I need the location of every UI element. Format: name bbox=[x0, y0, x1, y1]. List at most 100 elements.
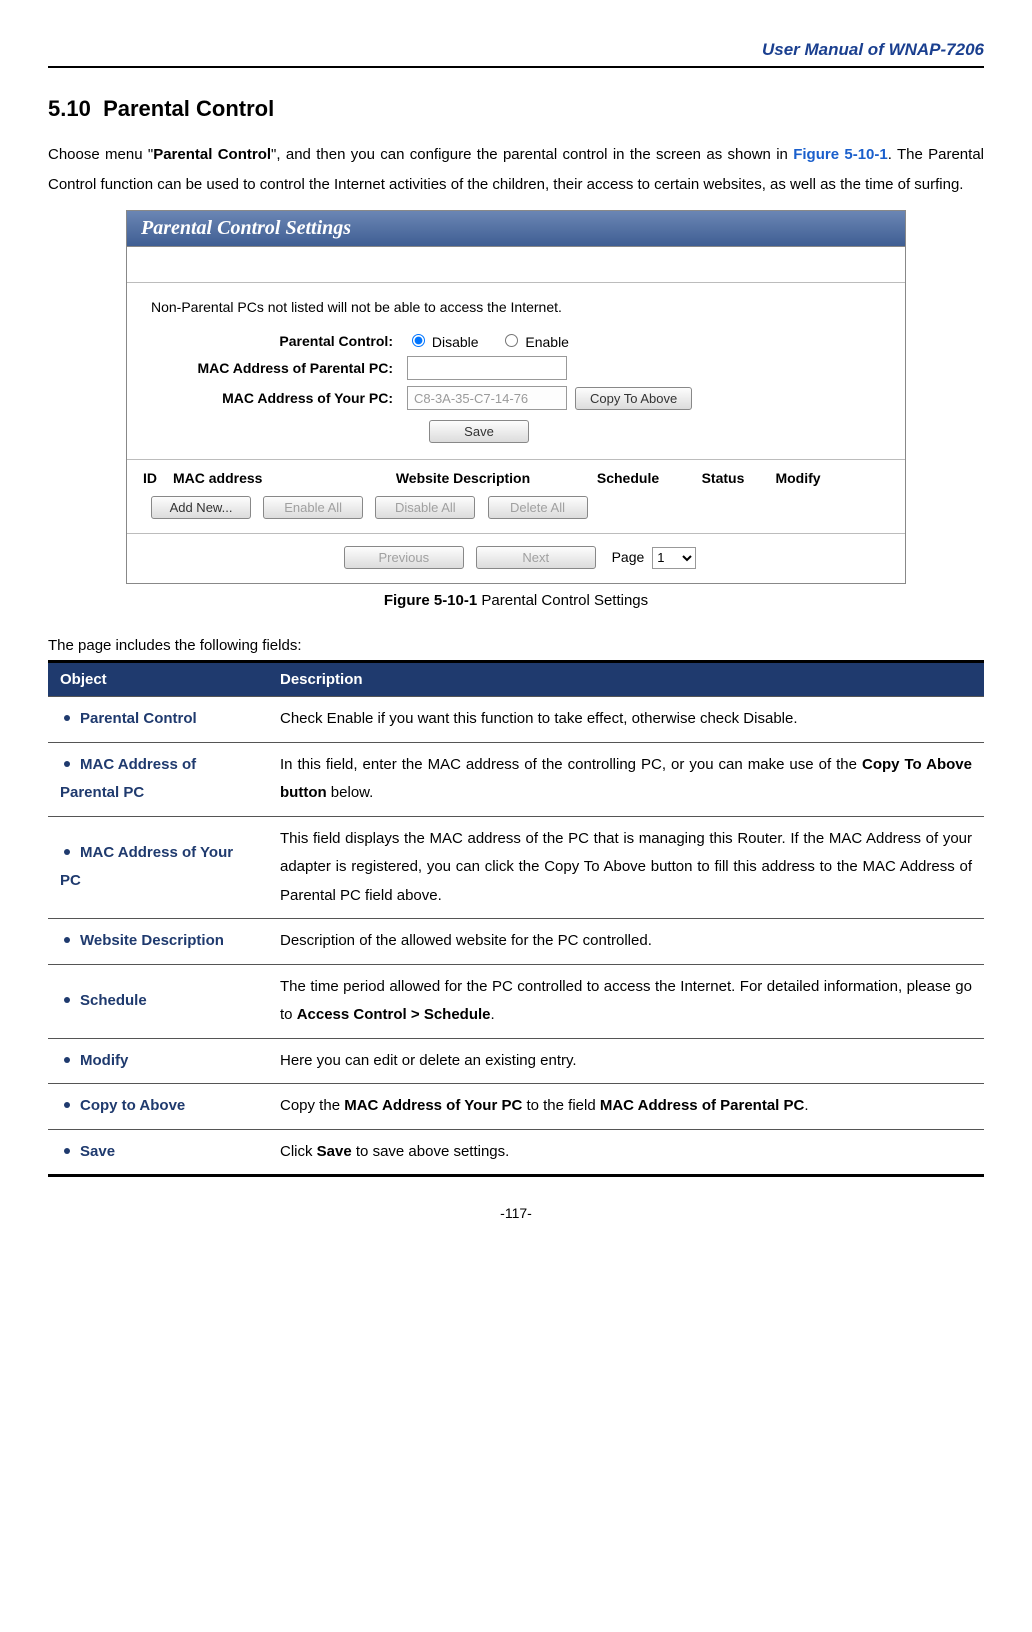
radio-enable-input[interactable] bbox=[505, 334, 518, 347]
description-table: Object Description Parental Control Check… bbox=[48, 660, 984, 1177]
header-rule bbox=[48, 66, 984, 68]
desc-text: . bbox=[804, 1097, 808, 1114]
col-website: Website Description bbox=[353, 470, 573, 486]
input-mac-parental[interactable] bbox=[407, 356, 567, 380]
description-cell: Check Enable if you want this function t… bbox=[268, 697, 984, 743]
description-cell: Here you can edit or delete an existing … bbox=[268, 1038, 984, 1084]
radio-disable[interactable]: Disable bbox=[407, 334, 479, 350]
figure-caption: Figure 5-10-1 Parental Control Settings bbox=[48, 592, 984, 609]
object-cell: MAC Address of Parental PC bbox=[48, 742, 268, 816]
col-modify: Modify bbox=[763, 470, 833, 486]
intro-text: Choose menu " bbox=[48, 146, 153, 163]
object-cell: Save bbox=[48, 1129, 268, 1176]
figure-ref-link: Figure 5-10-1 bbox=[793, 146, 888, 163]
object-cell: Parental Control bbox=[48, 697, 268, 743]
label-mac-your: MAC Address of Your PC: bbox=[147, 390, 407, 406]
delete-all-button[interactable]: Delete All bbox=[488, 496, 588, 519]
object-label: Schedule bbox=[80, 992, 147, 1009]
label-mac-parental: MAC Address of Parental PC: bbox=[147, 360, 407, 376]
object-cell: Website Description bbox=[48, 919, 268, 965]
page-label: Page bbox=[612, 549, 645, 565]
save-button[interactable]: Save bbox=[429, 420, 529, 443]
intro-bold: Parental Control bbox=[153, 146, 271, 163]
desc-text: This field displays the MAC address of t… bbox=[280, 830, 972, 904]
description-cell: Click Save to save above settings. bbox=[268, 1129, 984, 1176]
desc-text: Description of the allowed website for t… bbox=[280, 932, 652, 949]
bullet-icon bbox=[64, 1102, 70, 1108]
table-row: Copy to Above Copy the MAC Address of You… bbox=[48, 1084, 984, 1130]
figure-caption-text: Parental Control Settings bbox=[477, 592, 648, 609]
desc-bold: MAC Address of Your PC bbox=[344, 1097, 522, 1114]
table-row: MAC Address of Your PC This field display… bbox=[48, 816, 984, 919]
desc-text: . bbox=[491, 1006, 495, 1023]
object-cell: Modify bbox=[48, 1038, 268, 1084]
th-object: Object bbox=[48, 662, 268, 697]
table-row: Parental Control Check Enable if you want… bbox=[48, 697, 984, 743]
table-row: Website Description Description of the al… bbox=[48, 919, 984, 965]
desc-text: to save above settings. bbox=[352, 1143, 510, 1160]
col-status: Status bbox=[683, 470, 763, 486]
previous-button[interactable]: Previous bbox=[344, 546, 464, 569]
desc-text: below. bbox=[327, 784, 374, 801]
object-cell: MAC Address of Your PC bbox=[48, 816, 268, 919]
desc-text: to the field bbox=[522, 1097, 600, 1114]
object-label: Save bbox=[80, 1143, 115, 1160]
page-number: -117- bbox=[48, 1205, 984, 1221]
figure-caption-bold: Figure 5-10-1 bbox=[384, 592, 477, 609]
disable-all-button[interactable]: Disable All bbox=[375, 496, 475, 519]
object-label: Parental Control bbox=[80, 710, 197, 727]
page-select[interactable]: 1 bbox=[652, 547, 696, 569]
desc-bold: MAC Address of Parental PC bbox=[600, 1097, 805, 1114]
th-description: Description bbox=[268, 662, 984, 697]
col-mac: MAC address bbox=[173, 470, 353, 486]
section-number: 5.10 bbox=[48, 96, 91, 121]
radio-enable[interactable]: Enable bbox=[500, 334, 568, 350]
intro-paragraph: Choose menu "Parental Control", and then… bbox=[48, 140, 984, 200]
radio-disable-input[interactable] bbox=[412, 334, 425, 347]
copy-to-above-button[interactable]: Copy To Above bbox=[575, 387, 692, 410]
table-row: Modify Here you can edit or delete an exi… bbox=[48, 1038, 984, 1084]
desc-bold: Access Control > Schedule bbox=[297, 1006, 491, 1023]
description-cell: The time period allowed for the PC contr… bbox=[268, 964, 984, 1038]
next-button[interactable]: Next bbox=[476, 546, 596, 569]
description-cell: In this field, enter the MAC address of … bbox=[268, 742, 984, 816]
object-cell: Copy to Above bbox=[48, 1084, 268, 1130]
bullet-icon bbox=[64, 937, 70, 943]
description-cell: Copy the MAC Address of Your PC to the f… bbox=[268, 1084, 984, 1130]
object-label: MAC Address of Your PC bbox=[60, 844, 233, 890]
bullet-icon bbox=[64, 997, 70, 1003]
intro-text: ", and then you can configure the parent… bbox=[271, 146, 793, 163]
desc-text: Click bbox=[280, 1143, 317, 1160]
bullet-icon bbox=[64, 715, 70, 721]
table-row: Save Click Save to save above settings. bbox=[48, 1129, 984, 1176]
doc-header: User Manual of WNAP-7206 bbox=[48, 40, 984, 66]
input-mac-your[interactable] bbox=[407, 386, 567, 410]
panel-title: Parental Control Settings bbox=[127, 211, 905, 247]
col-id: ID bbox=[143, 470, 173, 486]
fields-intro: The page includes the following fields: bbox=[48, 637, 984, 654]
object-label: MAC Address of Parental PC bbox=[60, 756, 196, 802]
table-row: Schedule The time period allowed for the … bbox=[48, 964, 984, 1038]
col-schedule: Schedule bbox=[573, 470, 683, 486]
bullet-icon bbox=[64, 761, 70, 767]
enable-all-button[interactable]: Enable All bbox=[263, 496, 363, 519]
bullet-icon bbox=[64, 1057, 70, 1063]
panel-note: Non-Parental PCs not listed will not be … bbox=[151, 299, 885, 315]
desc-text: Here you can edit or delete an existing … bbox=[280, 1052, 577, 1069]
section-name: Parental Control bbox=[103, 96, 274, 121]
pager: Previous Next Page 1 bbox=[127, 534, 905, 583]
panel-blank-row bbox=[127, 247, 905, 283]
object-label: Website Description bbox=[80, 932, 224, 949]
description-cell: This field displays the MAC address of t… bbox=[268, 816, 984, 919]
desc-text: Check Enable if you want this function t… bbox=[280, 710, 798, 727]
list-header-row: ID MAC address Website Description Sched… bbox=[127, 459, 905, 492]
object-label: Copy to Above bbox=[80, 1097, 185, 1114]
bullet-icon bbox=[64, 849, 70, 855]
radio-enable-label: Enable bbox=[525, 334, 569, 350]
desc-text: Copy the bbox=[280, 1097, 344, 1114]
radio-group-parental-control: Disable Enable bbox=[407, 331, 587, 350]
add-new-button[interactable]: Add New... bbox=[151, 496, 251, 519]
screenshot-figure: Parental Control Settings Non-Parental P… bbox=[126, 210, 906, 584]
radio-disable-label: Disable bbox=[432, 334, 479, 350]
bullet-icon bbox=[64, 1148, 70, 1154]
